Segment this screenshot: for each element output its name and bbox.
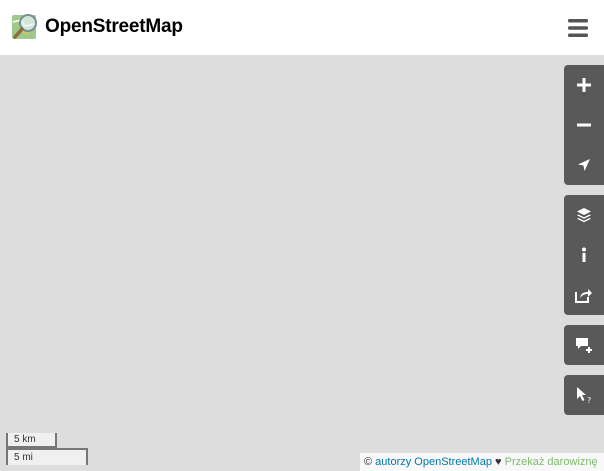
add-note-button[interactable] <box>564 325 604 365</box>
osm-logo-icon[interactable] <box>11 12 41 42</box>
svg-text:?: ? <box>587 396 591 404</box>
add-note-icon <box>576 338 592 353</box>
map-key-button[interactable] <box>564 235 604 275</box>
locate-arrow-icon <box>578 159 590 171</box>
panel-controls <box>564 195 604 315</box>
contributors-link[interactable]: autorzy OpenStreetMap <box>375 456 492 468</box>
layers-icon <box>577 208 591 223</box>
zoom-in-icon <box>577 78 591 92</box>
share-button[interactable] <box>564 275 604 315</box>
map-attribution: © autorzy OpenStreetMap ♥ Przekaż darowi… <box>360 453 604 471</box>
top-header: OpenStreetMap <box>0 0 604 55</box>
scale-bar-imperial: 5 mi <box>6 448 88 465</box>
zoom-out-button[interactable] <box>564 105 604 145</box>
scale-bar-metric: 5 km <box>6 433 57 448</box>
copyright-symbol: © <box>364 456 373 468</box>
navigation-controls <box>564 65 604 185</box>
note-controls <box>564 325 604 365</box>
query-controls: ? <box>564 375 604 415</box>
heart-icon: ♥ <box>495 456 502 468</box>
query-features-icon: ? <box>577 387 591 404</box>
locate-button[interactable] <box>564 145 604 185</box>
query-features-button[interactable]: ? <box>564 375 604 415</box>
brand-title[interactable]: OpenStreetMap <box>45 16 183 38</box>
zoom-out-icon <box>577 123 591 127</box>
info-icon <box>582 247 586 262</box>
map-canvas[interactable]: ? 5 km 5 mi © autorzy OpenStreetMap ♥ Pr… <box>0 55 604 471</box>
hamburger-menu-icon[interactable] <box>566 17 590 39</box>
donate-link[interactable]: Przekaż darowiznę <box>505 456 598 468</box>
share-icon <box>575 289 592 303</box>
zoom-in-button[interactable] <box>564 65 604 105</box>
layers-button[interactable] <box>564 195 604 235</box>
